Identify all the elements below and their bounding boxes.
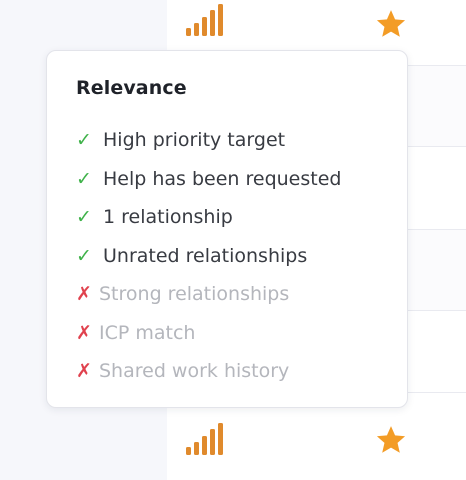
criterion-label: Help has been requested xyxy=(103,167,342,190)
criterion-icp-match: ✗ ICP match xyxy=(76,314,341,353)
check-icon: ✓ xyxy=(76,244,92,267)
cross-icon: ✗ xyxy=(76,360,92,383)
signal-bars-icon[interactable] xyxy=(186,421,234,455)
criterion-label: Strong relationships xyxy=(99,283,290,306)
criterion-shared-work-history: ✗ Shared work history xyxy=(76,352,341,391)
relevance-popover: Relevance ✓ High priority target ✓ Help … xyxy=(46,50,408,408)
criterion-high-priority-target: ✓ High priority target xyxy=(76,121,341,160)
check-icon: ✓ xyxy=(76,206,92,229)
check-icon: ✓ xyxy=(76,129,92,152)
criterion-strong-relationships: ✗ Strong relationships xyxy=(76,275,341,314)
criterion-label: Shared work history xyxy=(99,360,290,383)
criterion-relationship-count: ✓ 1 relationship xyxy=(76,198,341,237)
popover-title: Relevance xyxy=(76,77,187,99)
criterion-label: Unrated relationships xyxy=(103,244,308,267)
criterion-unrated-relationships: ✓ Unrated relationships xyxy=(76,237,341,276)
check-icon: ✓ xyxy=(76,167,92,190)
star-icon[interactable] xyxy=(375,8,407,40)
star-icon[interactable] xyxy=(375,424,407,456)
criterion-label: 1 relationship xyxy=(103,206,233,229)
criterion-label: High priority target xyxy=(103,129,286,152)
signal-bars-icon[interactable] xyxy=(186,2,234,36)
relevance-criteria-list: ✓ High priority target ✓ Help has been r… xyxy=(76,121,341,391)
cross-icon: ✗ xyxy=(76,321,92,344)
cross-icon: ✗ xyxy=(76,283,92,306)
criterion-label: ICP match xyxy=(99,321,196,344)
criterion-help-requested: ✓ Help has been requested xyxy=(76,160,341,199)
